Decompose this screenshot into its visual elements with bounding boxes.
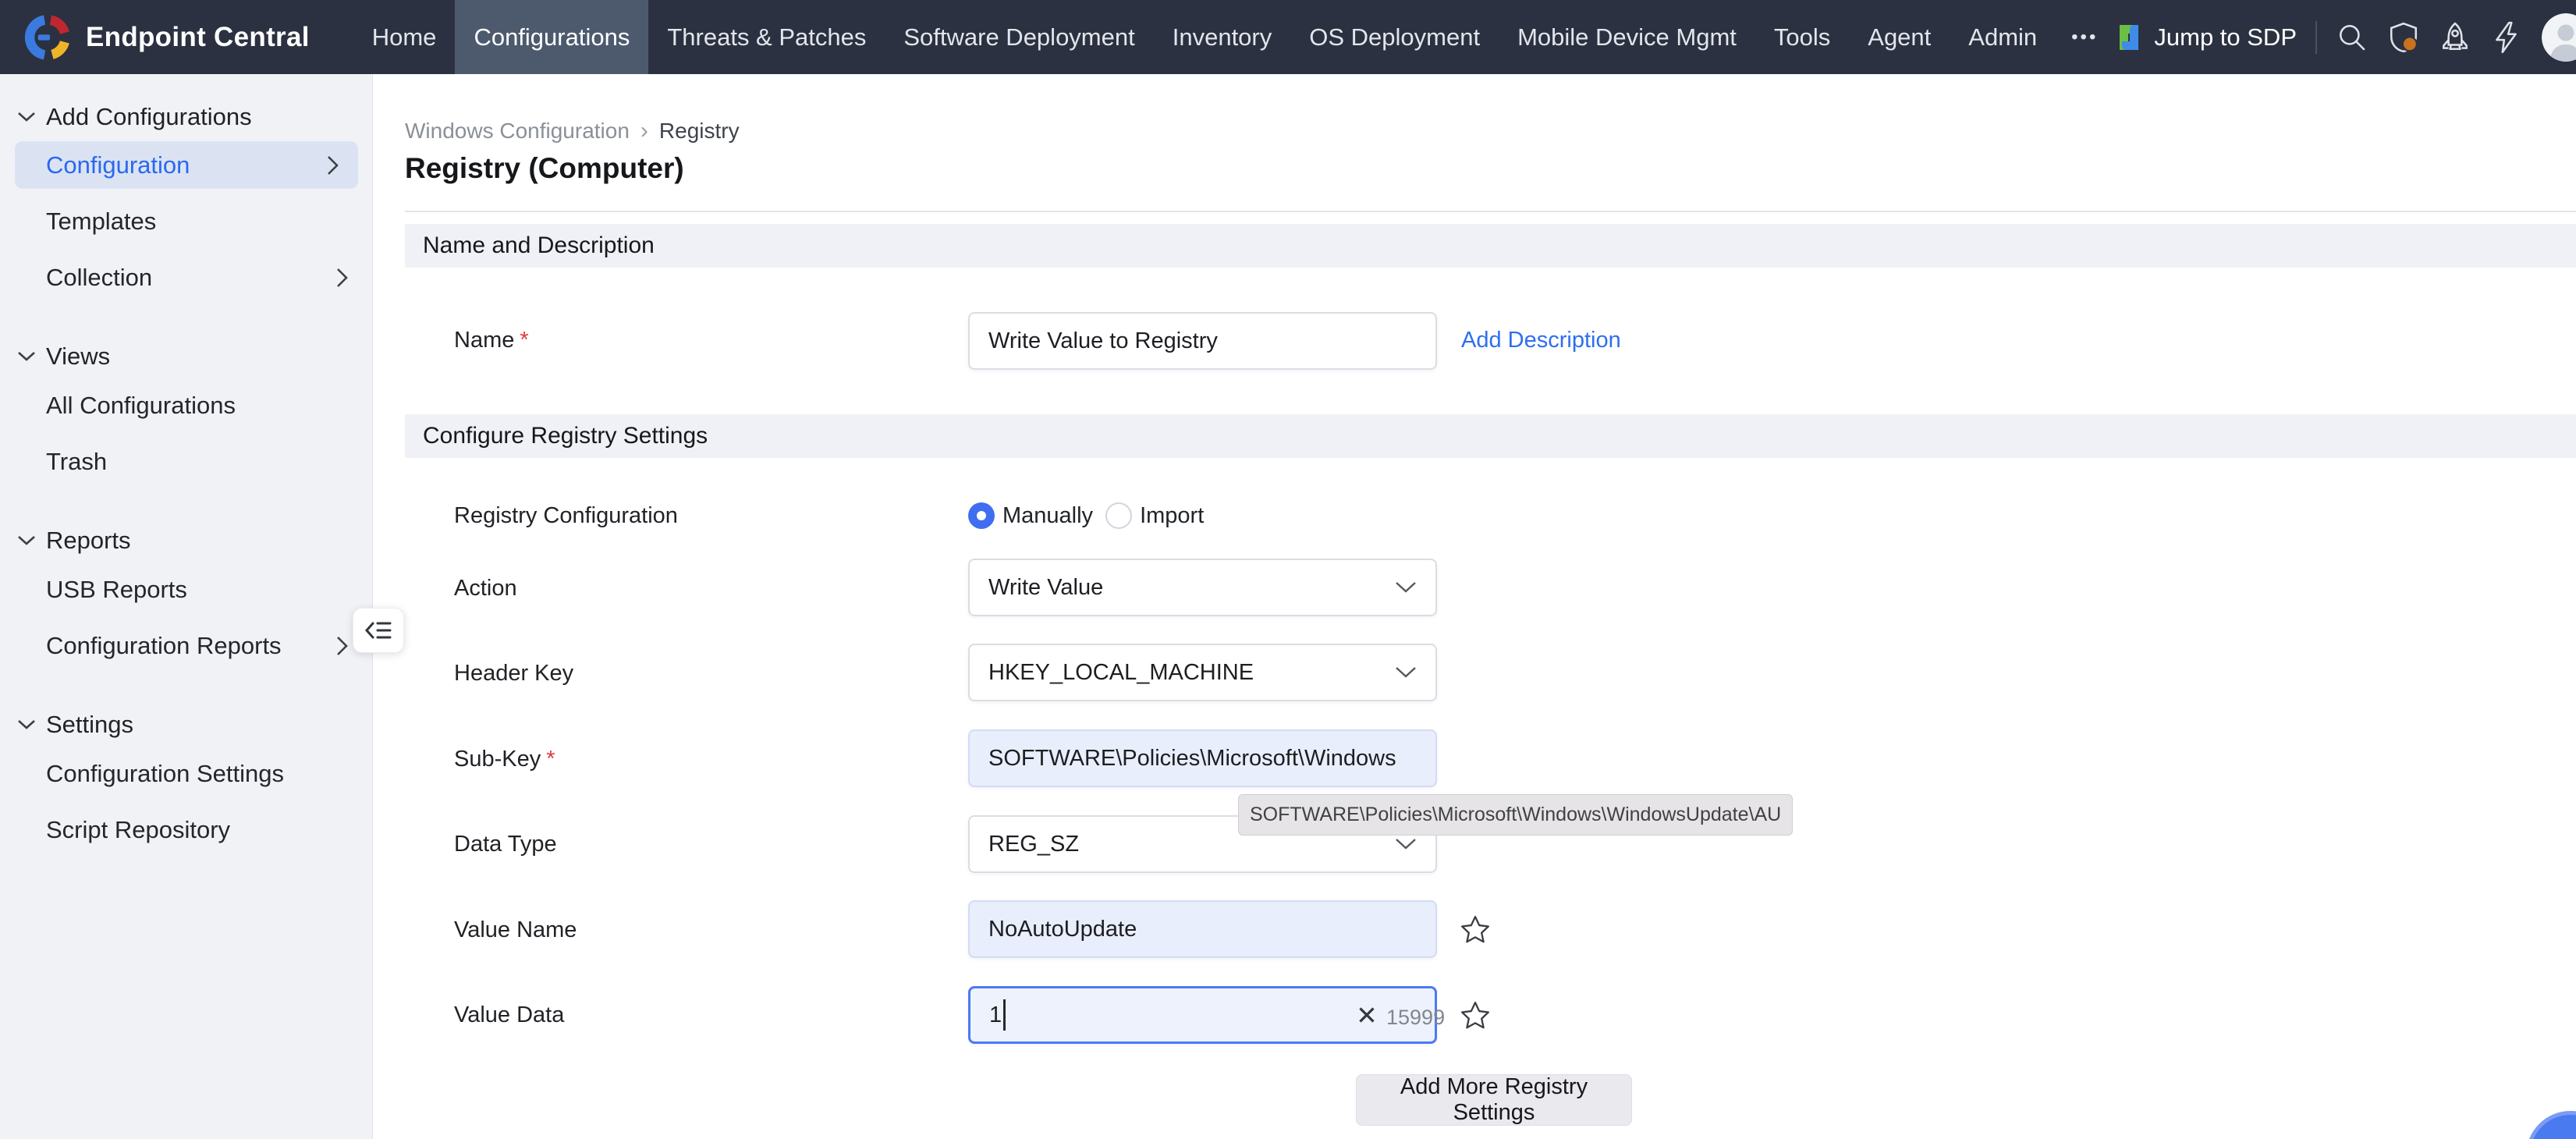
value-data-clear-icon[interactable]: ✕ [1351,999,1382,1031]
sidebar-section-reports[interactable]: Reports [0,517,372,564]
chevron-down-icon [17,535,36,546]
sidebar-item-collection[interactable]: Collection [46,254,152,301]
top-nav: Endpoint Central Home Configurations Thr… [0,0,2576,74]
nav-item-threats-patches[interactable]: Threats & Patches [648,0,885,74]
chevron-down-icon [17,112,36,122]
radio-import[interactable] [1105,502,1132,529]
name-input[interactable]: Write Value to Registry [968,312,1437,370]
user-avatar[interactable] [2542,13,2576,62]
chevron-down-icon [17,351,36,362]
lightning-icon[interactable] [2490,21,2523,54]
sidebar-section-title: Add Configurations [46,103,252,131]
sub-key-label: Sub-Key* [454,743,555,775]
chevron-right-icon [336,623,349,669]
nav-right-cluster: Jump to SDP [2113,13,2576,62]
chevron-down-icon [1395,838,1417,850]
sidebar-item-trash[interactable]: Trash [46,438,107,485]
sidebar-section-views[interactable]: Views [0,333,372,380]
section-header-configure-registry: Configure Registry Settings [405,414,2576,458]
sidebar-section-settings[interactable]: Settings [0,701,372,748]
sidebar-collapse-button[interactable] [353,608,404,653]
chevron-right-icon [327,155,339,176]
sub-key-tooltip: SOFTWARE\Policies\Microsoft\Windows\Wind… [1238,794,1793,836]
header-key-select[interactable]: HKEY_LOCAL_MACHINE [968,644,1437,701]
add-more-registry-settings-button[interactable]: Add More Registry Settings [1356,1074,1632,1126]
data-type-label: Data Type [454,829,557,860]
nav-item-configurations[interactable]: Configurations [455,0,648,74]
header-key-label: Header Key [454,658,573,689]
sdp-icon [2113,22,2145,53]
jump-to-sdp-button[interactable]: Jump to SDP [2113,22,2297,53]
chevron-right-icon [336,254,349,301]
registry-configuration-radio-group: Manually Import [968,500,1216,531]
brand[interactable]: Endpoint Central [22,12,310,63]
sidebar-item-all-configurations[interactable]: All Configurations [46,382,236,429]
add-description-link[interactable]: Add Description [1461,325,1621,356]
sidebar-item-configuration-reports[interactable]: Configuration Reports [46,623,282,669]
search-icon[interactable] [2336,21,2368,54]
value-data-favorite-star-icon[interactable] [1459,1000,1492,1033]
sub-key-input[interactable]: SOFTWARE\Policies\Microsoft\Windows [968,729,1437,787]
sidebar-item-configuration[interactable]: Configuration [15,141,358,189]
action-label: Action [454,573,517,604]
sidebar-section-add-configurations[interactable]: Add Configurations [0,94,372,140]
name-label: Name* [454,325,529,356]
jump-to-sdp-label: Jump to SDP [2154,23,2297,51]
endpoint-central-logo-icon [22,12,73,63]
sidebar-item-script-repository[interactable]: Script Repository [46,807,230,853]
nav-item-mobile-device-mgmt[interactable]: Mobile Device Mgmt [1499,0,1755,74]
action-select[interactable]: Write Value [968,559,1437,616]
sidebar-section-title: Reports [46,527,131,555]
title-divider [405,211,2576,212]
text-cursor [1003,999,1006,1031]
chevron-down-icon [17,719,36,730]
value-data-label: Value Data [454,999,564,1031]
sidebar-item-templates[interactable]: Templates [46,198,156,245]
breadcrumb-parent[interactable]: Windows Configuration [405,119,630,144]
section-header-name-description: Name and Description [405,224,2576,268]
required-asterisk: * [546,747,555,772]
nav-item-admin[interactable]: Admin [1950,0,2056,74]
sidebar-item-usb-reports[interactable]: USB Reports [46,566,187,613]
sidebar-item-configuration-settings[interactable]: Configuration Settings [46,750,284,797]
breadcrumb-separator: › [640,118,648,144]
nav-item-inventory[interactable]: Inventory [1154,0,1291,74]
required-asterisk: * [520,328,528,353]
primary-nav: Home Configurations Threats & Patches So… [353,0,2114,74]
nav-item-home[interactable]: Home [353,0,456,74]
nav-item-os-deployment[interactable]: OS Deployment [1290,0,1499,74]
value-name-favorite-star-icon[interactable] [1459,914,1492,947]
nav-item-tools[interactable]: Tools [1755,0,1849,74]
nav-divider [2315,21,2317,54]
radio-import-label[interactable]: Import [1140,503,1204,529]
main-content: Windows Configuration › Registry Registr… [374,74,2576,1139]
sidebar: Add Configurations Configuration Templat… [0,74,373,1139]
value-data-char-counter: 15999 [1386,1006,1445,1030]
sidebar-item-label: Configuration [46,151,190,179]
nav-more-ellipsis[interactable]: ••• [2056,0,2113,74]
radio-manually-label[interactable]: Manually [1002,503,1093,529]
rocket-icon[interactable] [2439,21,2471,54]
page-title: Registry (Computer) [405,152,684,185]
security-shield-icon[interactable] [2387,21,2420,54]
sidebar-section-title: Settings [46,711,133,739]
value-name-label: Value Name [454,914,577,946]
radio-manually[interactable] [968,502,995,529]
chevron-down-icon [1395,581,1417,594]
value-name-input[interactable]: NoAutoUpdate [968,900,1437,958]
collapse-menu-icon [364,619,393,642]
registry-configuration-label: Registry Configuration [454,500,678,531]
chevron-down-icon [1395,666,1417,679]
breadcrumb: Windows Configuration › Registry [405,115,740,147]
nav-item-agent[interactable]: Agent [1849,0,1950,74]
sidebar-section-title: Views [46,342,110,371]
brand-title: Endpoint Central [86,22,310,53]
nav-item-software-deployment[interactable]: Software Deployment [885,0,1153,74]
breadcrumb-current: Registry [659,119,740,144]
